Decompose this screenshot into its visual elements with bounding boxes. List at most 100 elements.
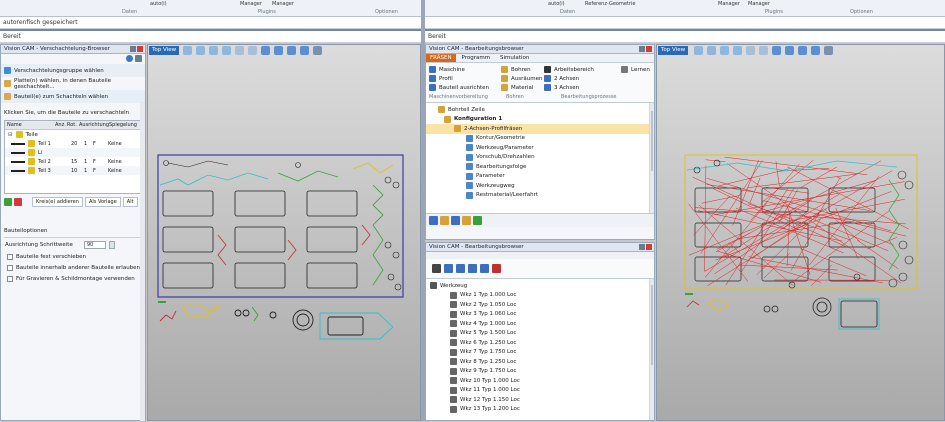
tree-item[interactable]: Werkzeug/Parameter (426, 143, 654, 153)
option-checkbox-row[interactable]: Bauteile fest verschieben (4, 251, 142, 262)
close-icon[interactable] (135, 55, 142, 62)
command-line[interactable]: autorenfisch gespeichert (0, 17, 421, 29)
tool-icon[interactable] (440, 216, 449, 225)
ribbon-item[interactable]: Manager (240, 1, 262, 7)
close-icon[interactable] (646, 46, 652, 52)
learn-button[interactable]: Lernen (618, 65, 650, 74)
add-circles-button[interactable]: Kreis(e) addieren (32, 197, 83, 207)
align-part-button[interactable]: Bauteil ausrichten (429, 83, 489, 92)
command-line-right[interactable] (425, 17, 945, 29)
table-row[interactable]: Teil 1201FKeine (5, 139, 141, 148)
ribbon-item[interactable]: Manager (748, 1, 770, 7)
copy-tool-icon[interactable] (468, 264, 477, 273)
tool-item[interactable]: Wkz 10 Typ 1.000 Loc (426, 376, 654, 386)
tree-item[interactable]: Kontur/Geometrie (426, 134, 654, 144)
tree-item[interactable]: Bearbeitungsfolge (426, 162, 654, 172)
angle-input[interactable]: 90 (84, 241, 106, 249)
operation-icon[interactable] (429, 216, 438, 225)
drill-button[interactable]: Bohren (501, 65, 542, 74)
tool-icon (450, 377, 457, 384)
machine-button[interactable]: Maschine (429, 65, 489, 74)
tool-item[interactable]: Wkz 8 Typ 1.250 Loc (426, 357, 654, 367)
spin-icon[interactable] (109, 241, 115, 249)
action-select-plates[interactable]: Platte(n) wählen, in denen Bauteile gesc… (1, 77, 145, 90)
col-header[interactable]: Anz. (55, 121, 67, 129)
tree-item[interactable]: Vorschub/Drehzahlen (426, 153, 654, 163)
table-row[interactable]: Teil 3101FKeine (5, 166, 141, 175)
add-tool-icon[interactable] (444, 264, 453, 273)
tree-item[interactable]: 2-Achsen-Profilfräsen (426, 124, 654, 134)
action-select-group[interactable]: Verschachtelungsgruppe wählen (1, 64, 145, 77)
col-header[interactable]: Spiegelung (109, 121, 139, 129)
tool-icon[interactable] (432, 264, 441, 273)
tree-item[interactable]: Parameter (426, 172, 654, 182)
edit-tool-icon[interactable] (456, 264, 465, 273)
tree-item[interactable]: Bohrteil Zeile (426, 105, 654, 115)
checkbox[interactable] (7, 276, 13, 282)
library-icon[interactable] (480, 264, 489, 273)
three-axis-button[interactable]: 3 Achsen (544, 83, 594, 92)
ribbon-item[interactable]: auto(i) (150, 1, 167, 7)
checkbox[interactable] (7, 254, 13, 260)
action-select-parts[interactable]: Bauteil(e) zum Schachteln wählen (1, 90, 145, 103)
postprocess-icon[interactable] (462, 216, 471, 225)
cyan-part (160, 173, 268, 185)
tab-program[interactable]: Programm (458, 54, 495, 62)
panel-scrollbar[interactable] (140, 101, 145, 421)
workarea-button[interactable]: Arbeitsbereich (544, 65, 594, 74)
table-group-row[interactable]: ⊟Teile (5, 130, 141, 139)
col-header[interactable]: Rot. (67, 121, 79, 129)
ribbon-item[interactable]: Manager (718, 1, 740, 7)
tool-item[interactable]: Wkz 4 Typ 1.000 Loc (426, 319, 654, 329)
ribbon-item[interactable]: Manager (272, 1, 294, 7)
tool-item[interactable]: Wkz 13 Typ 1.200 Loc (426, 405, 654, 415)
pin-icon[interactable] (639, 46, 645, 52)
tool-item[interactable]: Wkz 2 Typ 1.050 Loc (426, 300, 654, 310)
settings-icon[interactable] (126, 55, 133, 62)
tools-scrollbar[interactable] (649, 279, 654, 420)
tree-item[interactable]: Werkzeugweg (426, 181, 654, 191)
tool-item[interactable]: Wkz 6 Typ 1.250 Loc (426, 338, 654, 348)
option-checkbox-row[interactable]: Für Gravieren & Schildmontage verwenden (4, 273, 142, 284)
tree-scrollbar[interactable] (649, 103, 654, 213)
tree-item[interactable]: Werkzeug (426, 281, 654, 291)
tool-item[interactable]: Wkz 11 Typ 1.000 Loc (426, 386, 654, 396)
pin-icon[interactable] (130, 46, 136, 52)
tool-item[interactable]: Wkz 5 Typ 1.500 Loc (426, 329, 654, 339)
as-template-button[interactable]: Als Vorlage (85, 197, 121, 207)
tool-item[interactable]: Wkz 1 Typ 1.000 Loc (426, 291, 654, 301)
tab-simulation[interactable]: Simulation (496, 54, 533, 62)
simulate-icon[interactable] (451, 216, 460, 225)
table-row[interactable]: Teil 2151FKeine (5, 157, 141, 166)
tab-milling[interactable]: FRÄSEN (426, 54, 456, 62)
add-icon[interactable] (4, 198, 12, 206)
tree-item[interactable]: Restmaterial/Leerfahrt (426, 191, 654, 201)
two-axis-button[interactable]: 2 Achsen (544, 74, 594, 83)
option-checkbox-row[interactable]: Bauteile innerhalb anderer Bauteile erla… (4, 262, 142, 273)
alt-button[interactable]: Alt (123, 197, 138, 207)
col-header[interactable]: Name (5, 121, 55, 129)
left-viewport[interactable]: Top View (147, 44, 421, 421)
col-header[interactable]: Ausrichtung (79, 121, 109, 129)
right-viewport[interactable]: Top View (656, 44, 945, 421)
left-canvas[interactable] (148, 45, 422, 422)
tool-item[interactable]: Wkz 7 Typ 1.750 Loc (426, 348, 654, 358)
close-icon[interactable] (646, 244, 652, 250)
checkbox[interactable] (7, 265, 13, 271)
remove-icon[interactable] (14, 198, 22, 206)
right-canvas[interactable] (657, 45, 945, 422)
table-row[interactable]: Li (5, 148, 141, 157)
tool-item[interactable]: Wkz 3 Typ 1.060 Loc (426, 310, 654, 320)
delete-tool-icon[interactable] (492, 264, 501, 273)
ribbon-item[interactable]: auto(i) (548, 1, 565, 7)
tree-item[interactable]: Konfiguration 1 (426, 115, 654, 125)
tool-item[interactable]: Wkz 12 Typ 1.150 Loc (426, 395, 654, 405)
pin-icon[interactable] (639, 244, 645, 250)
tool-item[interactable]: Wkz 9 Typ 1.750 Loc (426, 367, 654, 377)
profile-button[interactable]: Profil (429, 74, 489, 83)
pocket-button[interactable]: Ausräumen (501, 74, 542, 83)
close-icon[interactable] (137, 46, 143, 52)
material-button[interactable]: Material (501, 83, 542, 92)
ribbon-item[interactable]: Referenz-Geometrie (585, 1, 635, 7)
run-icon[interactable] (473, 216, 482, 225)
